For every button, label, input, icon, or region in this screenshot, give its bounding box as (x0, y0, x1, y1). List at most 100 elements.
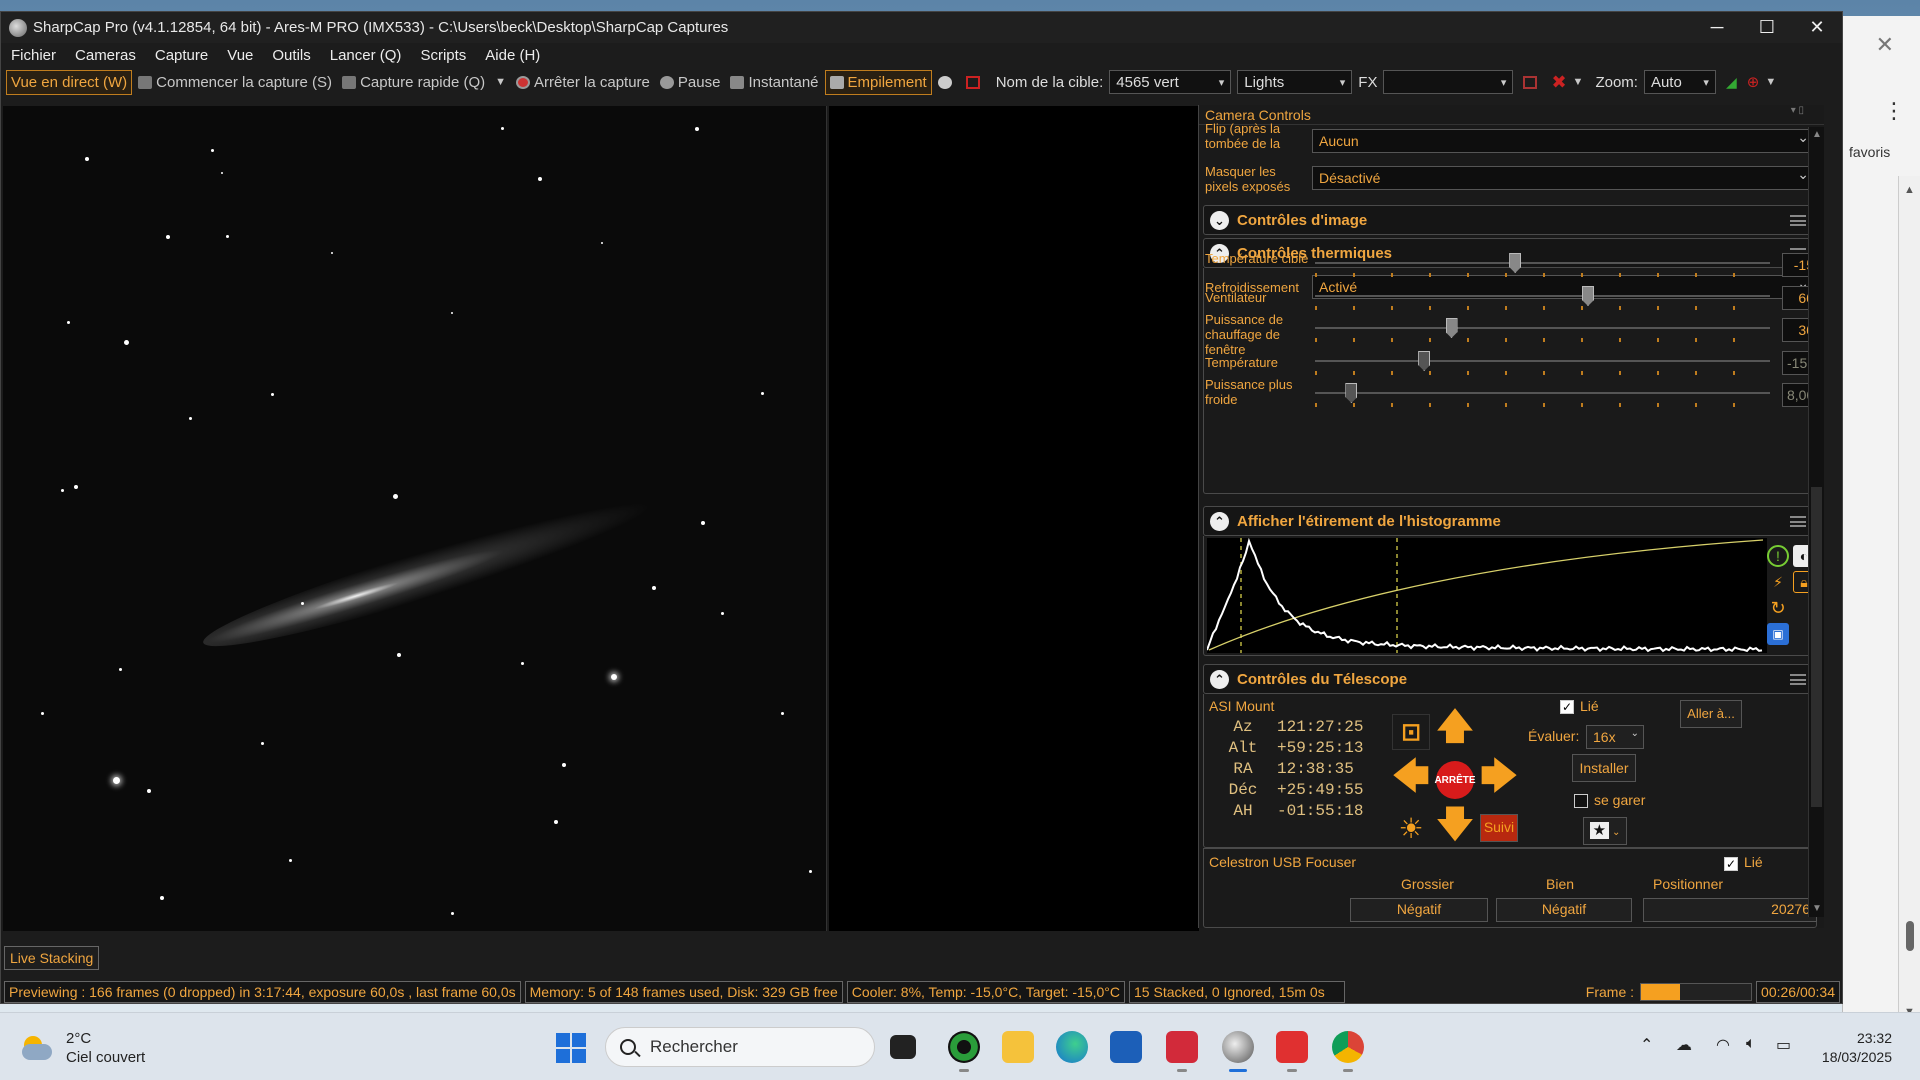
install-button[interactable]: Installer (1572, 754, 1636, 782)
histogram-tool-button[interactable]: ◢ (1722, 71, 1741, 94)
start-capture-button[interactable]: Commencer la capture (S) (134, 71, 336, 94)
section-menu-icon[interactable] (1790, 674, 1806, 685)
chevron-down-icon[interactable]: ▼ (495, 76, 506, 88)
wifi-icon[interactable]: ◠ (1716, 1035, 1730, 1055)
lightning-icon[interactable]: ⚡ (1767, 571, 1789, 593)
weather-widget[interactable]: 2°C Ciel couvert (20, 1029, 145, 1067)
stacking-button[interactable]: Empilement (824, 69, 932, 95)
image-controls-section[interactable]: ⌄ Contrôles d'image (1203, 205, 1817, 235)
track-button[interactable]: Suivi (1480, 814, 1518, 842)
fx-combo[interactable] (1383, 70, 1514, 94)
volume-icon[interactable]: 🔈︎ (1746, 1035, 1756, 1053)
store-icon[interactable] (1110, 1031, 1142, 1063)
zoom-combo[interactable]: Auto (1643, 70, 1716, 94)
south-button[interactable]: 🡇 (1436, 803, 1474, 846)
close-button[interactable]: ✕ (1792, 17, 1842, 38)
fan-thumb[interactable] (1582, 286, 1594, 306)
menu-scripts[interactable]: Scripts (420, 47, 466, 64)
collapse-icon[interactable]: ⌃ (1210, 670, 1229, 689)
collapse-icon[interactable]: ⌃ (1210, 512, 1229, 531)
anydesk-icon[interactable] (1276, 1031, 1308, 1072)
reset-icon[interactable]: ↻ (1767, 597, 1789, 619)
target-name-combo[interactable]: 4565 vert (1109, 70, 1232, 94)
coarse-negative-button[interactable]: Négatif (1350, 898, 1488, 922)
cooler-power-track[interactable] (1315, 392, 1770, 394)
circle-tool-button[interactable] (934, 73, 960, 92)
reticle-button[interactable] (1519, 73, 1545, 92)
more-options-icon[interactable]: ⋮ (1883, 98, 1905, 124)
park-checkbox[interactable] (1574, 794, 1588, 808)
fan-track[interactable] (1315, 295, 1770, 297)
cross-tool-button[interactable]: ✖ ▼ (1547, 69, 1587, 96)
menu-fichier[interactable]: Fichier (11, 47, 56, 64)
cloud-sync-icon[interactable]: ☁ (1676, 1035, 1692, 1055)
maximize-button[interactable]: ☐ (1742, 17, 1792, 38)
telescope-section[interactable]: ⌃ Contrôles du Télescope (1203, 664, 1817, 694)
position-field[interactable]: 20276 (1643, 898, 1817, 922)
live-image-view[interactable] (3, 106, 827, 931)
snapshot-button[interactable]: Instantané (726, 71, 822, 94)
pin-icon[interactable]: ▾ ▯ (1791, 105, 1804, 116)
west-button[interactable]: 🡄 (1392, 755, 1430, 798)
auto-stretch-icon[interactable]: ! (1767, 545, 1789, 567)
live-stacking-tab[interactable]: Live Stacking (4, 946, 100, 970)
favorites-label[interactable]: favoris (1849, 144, 1890, 160)
star-select[interactable]: ★ ⌄ (1583, 817, 1627, 845)
window-heater-track[interactable] (1315, 327, 1770, 329)
panel-scrollbar[interactable]: ▲ ▼ (1808, 127, 1824, 917)
file-explorer-icon[interactable] (1002, 1031, 1034, 1063)
save-icon[interactable]: ▣ (1767, 623, 1789, 645)
tray-chevron-icon[interactable]: ⌃ (1640, 1035, 1653, 1055)
chrome-icon[interactable] (1332, 1031, 1364, 1072)
fine-negative-button[interactable]: Négatif (1496, 898, 1632, 922)
section-menu-icon[interactable] (1790, 516, 1806, 527)
mount-linked-checkbox[interactable]: ✓ (1560, 700, 1574, 714)
menu-aide[interactable]: Aide (H) (485, 47, 540, 64)
window-heater-thumb[interactable] (1445, 318, 1458, 338)
sharpcap-taskbar-icon[interactable] (1222, 1031, 1254, 1072)
background-scrollbar[interactable]: ▲ ▼ (1898, 176, 1920, 1026)
spiral-search-button[interactable]: ⊡ (1392, 714, 1430, 750)
mask-select[interactable]: Désactivé (1312, 166, 1818, 190)
scrollbar-thumb[interactable] (1906, 921, 1914, 951)
menu-cameras[interactable]: Cameras (75, 47, 136, 64)
scroll-up-icon[interactable]: ▲ (1904, 184, 1915, 196)
target-temperature-thumb[interactable] (1509, 253, 1522, 273)
chevron-down-icon[interactable]: ▼ (1765, 76, 1776, 88)
rate-select[interactable]: 16x ⌄ (1586, 725, 1644, 749)
taskbar-search[interactable]: Rechercher (605, 1027, 875, 1067)
menu-outils[interactable]: Outils (272, 47, 310, 64)
panel-scrollbar-thumb[interactable] (1811, 487, 1822, 807)
close-icon[interactable]: ✕ (1876, 32, 1894, 58)
flip-select[interactable]: Aucun (1312, 129, 1818, 153)
histogram-canvas[interactable] (1206, 537, 1767, 653)
minimize-button[interactable]: ─ (1692, 17, 1742, 38)
taskbar-clock[interactable]: 23:32 18/03/2025 (1822, 1029, 1892, 1067)
chevron-down-icon[interactable]: ▼ (1573, 76, 1584, 88)
east-button[interactable]: 🡆 (1480, 755, 1518, 798)
red-tool-button[interactable] (962, 73, 988, 92)
frame-type-combo[interactable]: Lights (1237, 70, 1353, 94)
histogram-section[interactable]: ⌃ Afficher l'étirement de l'histogramme (1203, 506, 1817, 536)
edge-icon[interactable] (1056, 1031, 1088, 1063)
sun-button[interactable]: ☀ (1392, 810, 1430, 846)
battery-icon[interactable]: ▭ (1776, 1035, 1791, 1055)
target-temperature-track[interactable] (1315, 262, 1770, 264)
goto-button[interactable]: Aller à... (1680, 700, 1742, 728)
app-icon-green[interactable] (948, 1031, 980, 1072)
north-button[interactable]: 🡅 (1436, 705, 1474, 748)
title-bar[interactable]: SharpCap Pro (v4.1.12854, 64 bit) - Ares… (1, 12, 1842, 43)
start-button[interactable] (556, 1033, 586, 1063)
task-view-icon[interactable] (890, 1035, 916, 1059)
app-icon-red[interactable] (1166, 1031, 1198, 1072)
scroll-down-icon[interactable]: ▼ (1812, 903, 1822, 914)
expand-icon[interactable]: ⌄ (1210, 211, 1229, 230)
menu-capture[interactable]: Capture (155, 47, 208, 64)
menu-lancer[interactable]: Lancer (Q) (330, 47, 402, 64)
target-tool-button[interactable]: ⊕ ▼ (1743, 70, 1780, 94)
quick-capture-button[interactable]: Capture rapide (Q) ▼ (338, 71, 510, 94)
section-menu-icon[interactable] (1790, 215, 1806, 226)
scroll-up-icon[interactable]: ▲ (1812, 129, 1822, 140)
focuser-linked-checkbox[interactable]: ✓ (1724, 857, 1738, 871)
temperature-track[interactable] (1315, 360, 1770, 362)
